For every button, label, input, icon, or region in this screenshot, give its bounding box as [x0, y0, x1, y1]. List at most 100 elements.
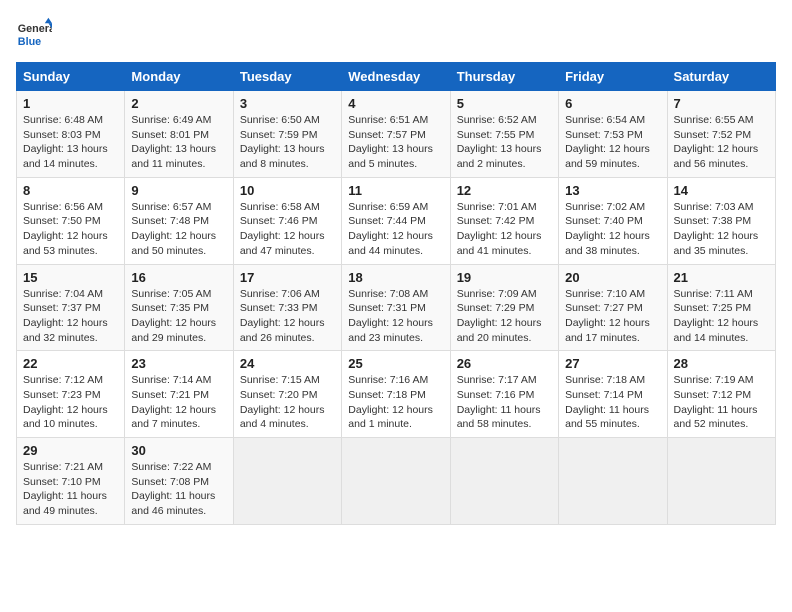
calendar-cell: 18 Sunrise: 7:08 AMSunset: 7:31 PMDaylig…	[342, 264, 450, 351]
calendar-cell: 14 Sunrise: 7:03 AMSunset: 7:38 PMDaylig…	[667, 177, 775, 264]
day-number: 3	[240, 96, 335, 111]
calendar-cell	[342, 438, 450, 525]
calendar-cell: 21 Sunrise: 7:11 AMSunset: 7:25 PMDaylig…	[667, 264, 775, 351]
week-row-4: 22 Sunrise: 7:12 AMSunset: 7:23 PMDaylig…	[17, 351, 776, 438]
day-info: Sunrise: 7:09 AMSunset: 7:29 PMDaylight:…	[457, 287, 552, 346]
page-header: General Blue	[16, 16, 776, 52]
day-info: Sunrise: 6:50 AMSunset: 7:59 PMDaylight:…	[240, 113, 335, 172]
calendar-table: Sunday Monday Tuesday Wednesday Thursday…	[16, 62, 776, 525]
calendar-cell: 13 Sunrise: 7:02 AMSunset: 7:40 PMDaylig…	[559, 177, 667, 264]
day-number: 9	[131, 183, 226, 198]
calendar-cell: 23 Sunrise: 7:14 AMSunset: 7:21 PMDaylig…	[125, 351, 233, 438]
day-info: Sunrise: 7:14 AMSunset: 7:21 PMDaylight:…	[131, 373, 226, 432]
day-number: 4	[348, 96, 443, 111]
day-number: 8	[23, 183, 118, 198]
header-friday: Friday	[559, 63, 667, 91]
header-sunday: Sunday	[17, 63, 125, 91]
calendar-cell: 3 Sunrise: 6:50 AMSunset: 7:59 PMDayligh…	[233, 91, 341, 178]
weekday-header-row: Sunday Monday Tuesday Wednesday Thursday…	[17, 63, 776, 91]
day-number: 18	[348, 270, 443, 285]
day-number: 28	[674, 356, 769, 371]
week-row-5: 29 Sunrise: 7:21 AMSunset: 7:10 PMDaylig…	[17, 438, 776, 525]
header-tuesday: Tuesday	[233, 63, 341, 91]
day-number: 29	[23, 443, 118, 458]
day-number: 13	[565, 183, 660, 198]
calendar-cell: 19 Sunrise: 7:09 AMSunset: 7:29 PMDaylig…	[450, 264, 558, 351]
day-number: 26	[457, 356, 552, 371]
day-info: Sunrise: 6:56 AMSunset: 7:50 PMDaylight:…	[23, 200, 118, 259]
calendar-cell: 17 Sunrise: 7:06 AMSunset: 7:33 PMDaylig…	[233, 264, 341, 351]
day-number: 7	[674, 96, 769, 111]
day-info: Sunrise: 7:04 AMSunset: 7:37 PMDaylight:…	[23, 287, 118, 346]
day-info: Sunrise: 6:55 AMSunset: 7:52 PMDaylight:…	[674, 113, 769, 172]
day-info: Sunrise: 7:19 AMSunset: 7:12 PMDaylight:…	[674, 373, 769, 432]
calendar-cell: 29 Sunrise: 7:21 AMSunset: 7:10 PMDaylig…	[17, 438, 125, 525]
day-info: Sunrise: 7:03 AMSunset: 7:38 PMDaylight:…	[674, 200, 769, 259]
calendar-cell: 20 Sunrise: 7:10 AMSunset: 7:27 PMDaylig…	[559, 264, 667, 351]
calendar-cell: 16 Sunrise: 7:05 AMSunset: 7:35 PMDaylig…	[125, 264, 233, 351]
day-info: Sunrise: 6:48 AMSunset: 8:03 PMDaylight:…	[23, 113, 118, 172]
calendar-cell: 6 Sunrise: 6:54 AMSunset: 7:53 PMDayligh…	[559, 91, 667, 178]
day-info: Sunrise: 7:06 AMSunset: 7:33 PMDaylight:…	[240, 287, 335, 346]
calendar-cell: 9 Sunrise: 6:57 AMSunset: 7:48 PMDayligh…	[125, 177, 233, 264]
day-info: Sunrise: 6:51 AMSunset: 7:57 PMDaylight:…	[348, 113, 443, 172]
calendar-cell: 15 Sunrise: 7:04 AMSunset: 7:37 PMDaylig…	[17, 264, 125, 351]
logo-icon: General Blue	[16, 16, 52, 52]
day-info: Sunrise: 7:11 AMSunset: 7:25 PMDaylight:…	[674, 287, 769, 346]
calendar-cell	[233, 438, 341, 525]
calendar-cell	[559, 438, 667, 525]
day-info: Sunrise: 6:59 AMSunset: 7:44 PMDaylight:…	[348, 200, 443, 259]
day-number: 12	[457, 183, 552, 198]
calendar-cell: 1 Sunrise: 6:48 AMSunset: 8:03 PMDayligh…	[17, 91, 125, 178]
calendar-cell: 24 Sunrise: 7:15 AMSunset: 7:20 PMDaylig…	[233, 351, 341, 438]
week-row-1: 1 Sunrise: 6:48 AMSunset: 8:03 PMDayligh…	[17, 91, 776, 178]
calendar-cell	[667, 438, 775, 525]
calendar-cell	[450, 438, 558, 525]
calendar-cell: 28 Sunrise: 7:19 AMSunset: 7:12 PMDaylig…	[667, 351, 775, 438]
day-number: 11	[348, 183, 443, 198]
calendar-cell: 10 Sunrise: 6:58 AMSunset: 7:46 PMDaylig…	[233, 177, 341, 264]
day-info: Sunrise: 7:05 AMSunset: 7:35 PMDaylight:…	[131, 287, 226, 346]
day-info: Sunrise: 7:15 AMSunset: 7:20 PMDaylight:…	[240, 373, 335, 432]
calendar-cell: 5 Sunrise: 6:52 AMSunset: 7:55 PMDayligh…	[450, 91, 558, 178]
day-number: 19	[457, 270, 552, 285]
day-info: Sunrise: 7:16 AMSunset: 7:18 PMDaylight:…	[348, 373, 443, 432]
calendar-cell: 22 Sunrise: 7:12 AMSunset: 7:23 PMDaylig…	[17, 351, 125, 438]
day-info: Sunrise: 6:57 AMSunset: 7:48 PMDaylight:…	[131, 200, 226, 259]
day-info: Sunrise: 6:54 AMSunset: 7:53 PMDaylight:…	[565, 113, 660, 172]
header-wednesday: Wednesday	[342, 63, 450, 91]
day-info: Sunrise: 6:49 AMSunset: 8:01 PMDaylight:…	[131, 113, 226, 172]
day-number: 1	[23, 96, 118, 111]
calendar-cell: 4 Sunrise: 6:51 AMSunset: 7:57 PMDayligh…	[342, 91, 450, 178]
svg-text:General: General	[18, 23, 52, 35]
day-number: 25	[348, 356, 443, 371]
calendar-cell: 8 Sunrise: 6:56 AMSunset: 7:50 PMDayligh…	[17, 177, 125, 264]
day-number: 16	[131, 270, 226, 285]
day-info: Sunrise: 7:10 AMSunset: 7:27 PMDaylight:…	[565, 287, 660, 346]
day-number: 15	[23, 270, 118, 285]
calendar-cell: 12 Sunrise: 7:01 AMSunset: 7:42 PMDaylig…	[450, 177, 558, 264]
calendar-cell: 27 Sunrise: 7:18 AMSunset: 7:14 PMDaylig…	[559, 351, 667, 438]
day-info: Sunrise: 7:01 AMSunset: 7:42 PMDaylight:…	[457, 200, 552, 259]
day-number: 21	[674, 270, 769, 285]
calendar-cell: 26 Sunrise: 7:17 AMSunset: 7:16 PMDaylig…	[450, 351, 558, 438]
day-info: Sunrise: 7:12 AMSunset: 7:23 PMDaylight:…	[23, 373, 118, 432]
day-info: Sunrise: 7:08 AMSunset: 7:31 PMDaylight:…	[348, 287, 443, 346]
calendar-cell: 2 Sunrise: 6:49 AMSunset: 8:01 PMDayligh…	[125, 91, 233, 178]
week-row-3: 15 Sunrise: 7:04 AMSunset: 7:37 PMDaylig…	[17, 264, 776, 351]
day-info: Sunrise: 6:52 AMSunset: 7:55 PMDaylight:…	[457, 113, 552, 172]
day-info: Sunrise: 7:18 AMSunset: 7:14 PMDaylight:…	[565, 373, 660, 432]
svg-text:Blue: Blue	[18, 36, 41, 48]
header-saturday: Saturday	[667, 63, 775, 91]
day-number: 14	[674, 183, 769, 198]
day-number: 6	[565, 96, 660, 111]
calendar-cell: 30 Sunrise: 7:22 AMSunset: 7:08 PMDaylig…	[125, 438, 233, 525]
day-number: 30	[131, 443, 226, 458]
header-thursday: Thursday	[450, 63, 558, 91]
logo: General Blue	[16, 16, 52, 52]
day-info: Sunrise: 7:02 AMSunset: 7:40 PMDaylight:…	[565, 200, 660, 259]
day-number: 20	[565, 270, 660, 285]
day-number: 22	[23, 356, 118, 371]
calendar-cell: 7 Sunrise: 6:55 AMSunset: 7:52 PMDayligh…	[667, 91, 775, 178]
week-row-2: 8 Sunrise: 6:56 AMSunset: 7:50 PMDayligh…	[17, 177, 776, 264]
